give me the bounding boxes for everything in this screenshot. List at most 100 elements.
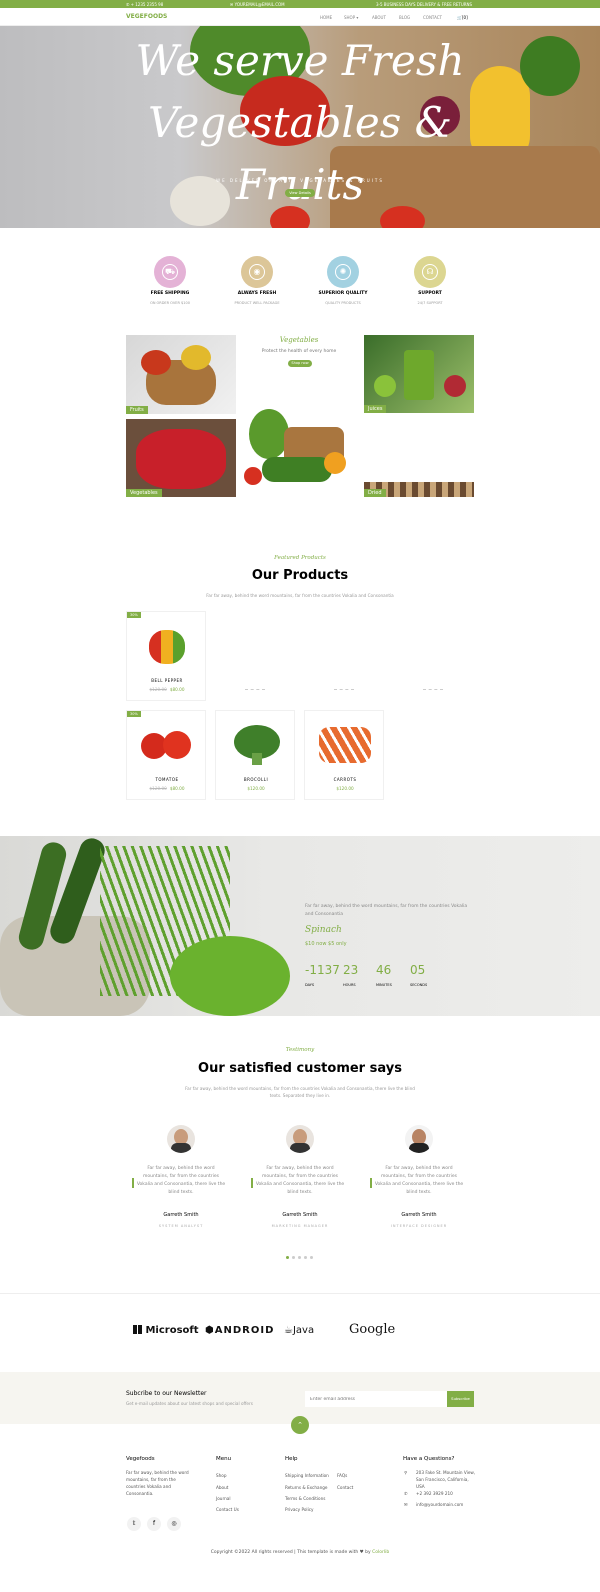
pepper-shape: [324, 452, 346, 474]
category-center-image: [244, 407, 355, 497]
footer-help-title: Help: [285, 1456, 298, 1462]
site-logo[interactable]: VEGEFOODS: [126, 13, 167, 20]
nav-cart[interactable]: 🛒[0]: [457, 15, 468, 20]
broccoli-stem: [252, 753, 262, 765]
product-card-placeholder: [393, 611, 473, 701]
hero-view-details-button[interactable]: View Details: [285, 189, 315, 197]
footer-help-link[interactable]: Contact: [337, 1485, 353, 1490]
category-dried[interactable]: Dried: [364, 482, 474, 497]
footer-help-link[interactable]: Privacy Policy: [285, 1507, 314, 1512]
headset-icon: ☊: [422, 264, 438, 280]
footer-help-link[interactable]: Terms & Conditions: [285, 1496, 325, 1501]
newsletter-email-input[interactable]: [305, 1391, 447, 1407]
scroll-top-button[interactable]: ⌃: [291, 1416, 309, 1434]
old-price: $120.00: [149, 687, 167, 692]
strawberries-shape: [136, 429, 226, 489]
category-label: Fruits: [126, 406, 148, 414]
footer-menu-link[interactable]: Contact Us: [216, 1507, 239, 1512]
product-name: TOMATOE: [155, 777, 179, 782]
partner-android-logo: ⬢ANDROID: [205, 1325, 274, 1336]
instagram-icon[interactable]: ◎: [167, 1517, 181, 1531]
testimonial-name: Garreth Smith: [163, 1212, 199, 1218]
footer-menu-link[interactable]: About: [216, 1485, 228, 1490]
nav-blog[interactable]: BLOG: [399, 15, 410, 20]
carousel-dot[interactable]: [310, 1256, 313, 1259]
category-label: Dried: [364, 489, 386, 497]
avatar: [405, 1125, 433, 1153]
product-price: $80.00: [169, 687, 185, 692]
lettuce-shape: [249, 409, 289, 459]
nav-shop[interactable]: SHOP ▾: [344, 15, 358, 20]
product-card[interactable]: CARROTS $120.00: [304, 710, 384, 800]
carousel-dot-active[interactable]: [286, 1256, 289, 1259]
product-price-row: $120.00 $80.00: [127, 786, 207, 791]
product-card[interactable]: 30% BELL PEPPER $120.00 $80.00: [126, 611, 206, 701]
basket-icon: ◉: [249, 264, 265, 280]
shirt-shape: [409, 1143, 429, 1153]
deal-price: $10 now $5 only: [305, 941, 347, 947]
carousel-dot[interactable]: [298, 1256, 301, 1259]
phone-icon: ✆: [404, 1491, 408, 1496]
carousel-dot[interactable]: [292, 1256, 295, 1259]
topbar-email: ✉ YOUREMAIL@EMAIL.COM: [230, 2, 285, 7]
testimonial-position: MARKETING MANAGER: [271, 1224, 329, 1228]
category-vegetables[interactable]: Vegetables: [126, 419, 236, 497]
topbar-phone-text: + 1235 2355 98: [130, 2, 164, 7]
credit-link[interactable]: Colorlib: [372, 1550, 389, 1555]
top-info-bar: ✆ + 1235 2355 98 ✉ YOUREMAIL@EMAIL.COM 3…: [0, 0, 600, 8]
category-shop-now-button[interactable]: Shop now: [288, 360, 312, 367]
nav-home[interactable]: HOME: [320, 15, 332, 20]
twitter-icon[interactable]: 𝕥: [127, 1517, 141, 1531]
footer-email[interactable]: info@yourdomain.com: [416, 1501, 463, 1508]
countdown-seconds: 05: [410, 963, 426, 977]
lettuce-shape: [170, 936, 290, 1016]
placeholder-line: [245, 689, 265, 690]
product-card[interactable]: 30% TOMATOE $120.00 $80.00: [126, 710, 206, 800]
partner-microsoft-logo: Microsoft: [133, 1325, 199, 1336]
nav-contact[interactable]: CONTACT: [423, 15, 442, 20]
old-price: $120.00: [149, 786, 167, 791]
footer-menu-link[interactable]: Shop: [216, 1473, 227, 1478]
partner-java-logo: ☕Java: [284, 1325, 314, 1336]
product-card[interactable]: BROCOLLI $120.00: [215, 710, 295, 800]
shirt-shape: [171, 1143, 191, 1153]
deal-description: Far far away, behind the word mountains,…: [305, 904, 468, 917]
footer-help-link[interactable]: FAQs: [337, 1473, 347, 1478]
navbar: [0, 8, 600, 26]
footer-help-link[interactable]: Shipping Information: [285, 1473, 329, 1478]
facebook-icon[interactable]: f: [147, 1517, 161, 1531]
nav-about[interactable]: ABOUT: [372, 15, 386, 20]
footer-phone[interactable]: +2 392 3929 210: [416, 1490, 453, 1497]
footer-brand-title: Vegefoods: [126, 1456, 155, 1462]
testimonials-title: Our satisfied customer says: [198, 1061, 402, 1076]
testimonial-text: Far far away, behind the word mountains,…: [136, 1166, 226, 1195]
service-shipping-circle: ⛟: [154, 256, 186, 288]
footer-address: 203 Fake St. Mountain View, San Francisc…: [416, 1470, 476, 1489]
testimonial-name: Garreth Smith: [401, 1212, 437, 1218]
footer-menu-link[interactable]: Journal: [216, 1496, 230, 1501]
newsletter-title: Subcribe to our Newsletter: [126, 1390, 207, 1397]
product-price-row: $120.00: [216, 786, 296, 791]
heart-icon: ♥: [359, 1550, 364, 1555]
category-juices[interactable]: Juices: [364, 335, 474, 413]
bell-pepper-image: [149, 630, 185, 664]
category-label: Vegetables: [126, 489, 162, 497]
service-title: ALWAYS FRESH: [237, 291, 277, 296]
carousel-dot[interactable]: [304, 1256, 307, 1259]
newsletter-subscribe-button[interactable]: Subscribe: [447, 1391, 474, 1407]
partner-name: Java: [292, 1325, 315, 1336]
service-support-circle: ☊: [414, 256, 446, 288]
products-title: Our Products: [251, 568, 349, 583]
category-fruits[interactable]: Fruits: [126, 335, 236, 414]
products-kicker: Featured Products: [274, 555, 326, 561]
copyright-text: Copyright ©2022 All rights reserved | Th…: [210, 1550, 359, 1555]
footer-help-link[interactable]: Returns & Exchange: [285, 1485, 327, 1490]
product-card-placeholder: [215, 611, 295, 701]
avatar: [286, 1125, 314, 1153]
service-quality-circle: ✺: [327, 256, 359, 288]
apple-shape-2: [444, 375, 466, 397]
map-marker-icon: ⚲: [404, 1470, 408, 1475]
android-icon: ⬢: [205, 1325, 215, 1336]
product-price-row: $120.00: [305, 786, 385, 791]
newsletter-subtitle: Get e-mail updates about our latest shop…: [126, 1401, 253, 1406]
